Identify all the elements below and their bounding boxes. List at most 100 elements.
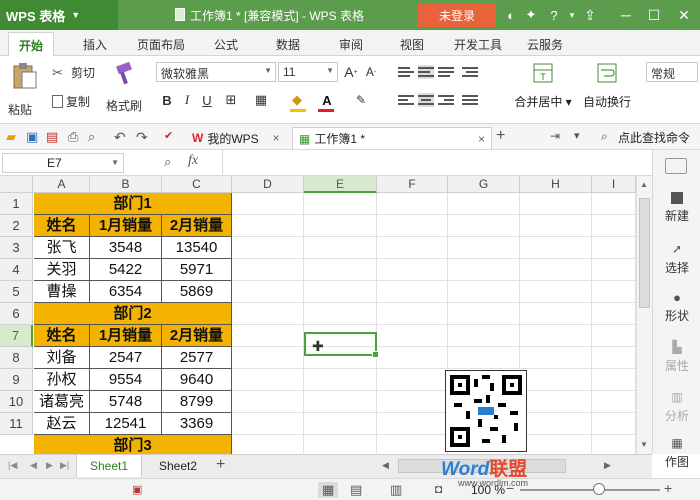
cell[interactable] (592, 281, 636, 303)
more-icon[interactable]: ▾ (574, 129, 590, 145)
row-header-7[interactable]: 7 (0, 325, 33, 347)
pane-properties[interactable]: ▙ 属性 (653, 340, 700, 374)
cell[interactable] (377, 215, 448, 237)
row-header-2[interactable]: 2 (0, 215, 33, 237)
scroll-thumb[interactable] (639, 198, 650, 308)
scroll-left-icon[interactable]: ◀ (382, 460, 389, 471)
fill-pattern-icon[interactable]: ▦ (252, 91, 270, 109)
data-cell[interactable]: 3369 (162, 413, 232, 435)
restore-window-icon[interactable]: ⇪ (576, 2, 604, 28)
cell[interactable] (592, 435, 636, 454)
close-tab-icon[interactable]: × (273, 131, 280, 145)
tab-developer[interactable]: 开发工具 (454, 36, 502, 53)
tab-workbook[interactable]: ▦ 工作簿1 * × (292, 127, 492, 149)
print-preview-icon[interactable]: ⌕ (88, 129, 104, 145)
undo-icon[interactable]: ↶ (114, 129, 130, 145)
header-cell[interactable]: 姓名 (34, 325, 90, 347)
cell[interactable] (377, 259, 448, 281)
cell[interactable] (520, 369, 592, 391)
cell[interactable] (232, 325, 304, 347)
font-size-select[interactable]: 11 ▼ (278, 62, 338, 82)
cell[interactable] (377, 347, 448, 369)
dept2-title-cell[interactable]: 部门2 (34, 303, 232, 325)
pane-chart[interactable]: ▦ 作图 (653, 436, 700, 470)
data-cell[interactable]: 5422 (90, 259, 162, 281)
cell[interactable] (304, 369, 377, 391)
data-cell[interactable]: 9640 (162, 369, 232, 391)
zoom-in-icon[interactable]: + (664, 480, 672, 496)
column-header-a[interactable]: A (34, 176, 90, 193)
cell[interactable] (304, 303, 377, 325)
minimize-button[interactable]: ─ (612, 2, 640, 28)
first-sheet-icon[interactable]: |◀ (8, 460, 17, 471)
dept1-title-cell[interactable]: 部门1 (34, 193, 232, 215)
export-pdf-icon[interactable]: ▤ (46, 129, 62, 145)
tab-page-layout[interactable]: 页面布局 (137, 36, 185, 53)
cell[interactable] (232, 215, 304, 237)
cell[interactable] (232, 413, 304, 435)
format-painter-button[interactable]: 格式刷 (102, 61, 146, 118)
data-cell[interactable]: 13540 (162, 237, 232, 259)
decrease-font-icon[interactable]: A- (362, 63, 380, 81)
zoom-slider-track[interactable] (520, 489, 660, 491)
cell[interactable] (377, 303, 448, 325)
help-icon[interactable]: ? (545, 6, 563, 24)
cell[interactable] (592, 193, 636, 215)
close-button[interactable]: ✕ (670, 2, 698, 28)
column-header-g[interactable]: G (448, 176, 520, 193)
eye-protection-icon[interactable]: ◘ (435, 482, 442, 496)
close-tab-icon[interactable]: × (478, 132, 485, 146)
cell[interactable] (520, 193, 592, 215)
cell[interactable] (520, 303, 592, 325)
font-color-icon[interactable]: A (318, 91, 336, 109)
increase-font-icon[interactable]: A + (342, 63, 360, 81)
cell[interactable] (592, 391, 636, 413)
cell[interactable] (232, 237, 304, 259)
cell[interactable] (448, 303, 520, 325)
prev-sheet-icon[interactable]: ◀ (30, 460, 37, 471)
data-cell[interactable]: 张飞 (34, 237, 90, 259)
cell[interactable] (520, 281, 592, 303)
header-cell[interactable]: 2月销量 (162, 215, 232, 237)
cell[interactable] (448, 281, 520, 303)
data-cell[interactable]: 赵云 (34, 413, 90, 435)
cell[interactable] (448, 215, 520, 237)
align-top-icon[interactable] (398, 65, 414, 79)
row-header-8[interactable]: 8 (0, 347, 33, 369)
save-icon[interactable]: ▣ (26, 129, 42, 145)
cell[interactable] (232, 259, 304, 281)
pane-new[interactable]: 新建 (653, 192, 700, 224)
vertical-scrollbar[interactable]: ▲ ▼ (636, 176, 652, 454)
cell[interactable] (592, 325, 636, 347)
column-header-d[interactable]: D (232, 176, 304, 193)
tab-list-icon[interactable]: ⇥ (550, 129, 566, 145)
data-cell[interactable]: 8799 (162, 391, 232, 413)
row-header-11[interactable]: 11 (0, 413, 33, 435)
command-search[interactable]: 点此查找命令 (618, 129, 690, 146)
normal-view-icon[interactable]: ▦ (318, 482, 339, 498)
macro-status-icon[interactable]: ▣ (132, 483, 142, 496)
tab-view[interactable]: 视图 (400, 36, 424, 53)
cell[interactable] (232, 435, 304, 454)
insert-function-icon[interactable]: fx (188, 153, 198, 169)
tab-insert[interactable]: 插入 (83, 36, 107, 53)
cell[interactable] (520, 347, 592, 369)
login-button[interactable]: 未登录 (418, 3, 496, 27)
column-header-e[interactable]: E (304, 176, 377, 193)
tab-cloud[interactable]: 云服务 (527, 36, 563, 53)
cell[interactable] (304, 391, 377, 413)
data-cell[interactable]: 关羽 (34, 259, 90, 281)
data-cell[interactable]: 9554 (90, 369, 162, 391)
page-break-view-icon[interactable]: ▤ (350, 482, 362, 498)
scroll-up-icon[interactable]: ▲ (640, 180, 648, 189)
zoom-slider-knob[interactable] (593, 483, 605, 495)
tab-formulas[interactable]: 公式 (214, 36, 238, 53)
data-cell[interactable]: 5748 (90, 391, 162, 413)
row-header-3[interactable]: 3 (0, 237, 33, 259)
row-header-9[interactable]: 9 (0, 369, 33, 391)
cell[interactable] (520, 325, 592, 347)
cell[interactable] (377, 237, 448, 259)
cell[interactable] (520, 391, 592, 413)
shirt-icon[interactable]: ✦ (522, 6, 540, 24)
row-header-4[interactable]: 4 (0, 259, 33, 281)
